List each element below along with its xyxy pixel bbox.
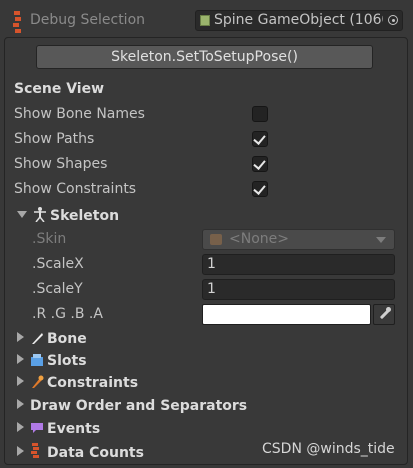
- data-counts-title: Data Counts: [47, 445, 144, 461]
- skeleton-foldout[interactable]: Skeleton: [17, 206, 119, 224]
- rgba-label: .R .G .B .A: [32, 306, 103, 322]
- events-foldout[interactable]: Events: [17, 421, 100, 437]
- events-title: Events: [47, 421, 101, 437]
- show-bone-names-checkbox[interactable]: [252, 106, 268, 122]
- scaley-value: 1: [207, 281, 216, 297]
- scene-view-title: Scene View: [14, 81, 105, 97]
- chevron-down-icon: [376, 237, 386, 243]
- spine-object-field[interactable]: Spine GameObject (1060: [195, 10, 403, 31]
- show-constraints-label: Show Constraints: [14, 181, 137, 197]
- show-shapes-checkbox[interactable]: [252, 156, 268, 172]
- header-title: Debug Selection: [30, 12, 146, 28]
- object-field-value: Spine GameObject (1060: [214, 12, 391, 28]
- check-icon: [253, 182, 266, 195]
- object-picker-button[interactable]: [383, 11, 402, 30]
- expand-arrow-icon: [17, 332, 24, 342]
- show-constraints-checkbox[interactable]: [252, 181, 268, 197]
- watermark: CSDN @winds_tide: [262, 441, 395, 457]
- expand-arrow-icon: [17, 422, 24, 432]
- event-flag-icon: [30, 421, 44, 435]
- show-paths-checkbox[interactable]: [252, 131, 268, 147]
- eyedropper-icon[interactable]: [373, 304, 395, 325]
- show-bone-names-label: Show Bone Names: [14, 106, 145, 122]
- data-counts-foldout[interactable]: Data Counts: [17, 443, 144, 461]
- skeleton-figure-icon: [33, 206, 47, 223]
- show-shapes-label: Show Shapes: [14, 156, 108, 172]
- check-icon: [253, 157, 266, 170]
- skeleton-title: Skeleton: [50, 208, 120, 224]
- bone-foldout[interactable]: Bone: [17, 331, 87, 347]
- slots-title: Slots: [47, 353, 87, 369]
- color-field[interactable]: [202, 304, 371, 325]
- constraints-foldout[interactable]: Constraints: [17, 375, 138, 391]
- spine-debug-icon: [12, 11, 22, 33]
- show-paths-label: Show Paths: [14, 131, 95, 147]
- draw-order-foldout[interactable]: Draw Order and Separators: [17, 398, 247, 414]
- check-icon: [253, 132, 266, 145]
- scalex-label: .ScaleX: [32, 256, 84, 272]
- draw-order-title: Draw Order and Separators: [30, 398, 248, 414]
- constraints-title: Constraints: [47, 375, 139, 391]
- spine-icon: [30, 443, 44, 458]
- skin-label: .Skin: [32, 231, 67, 247]
- expand-arrow-icon: [17, 446, 24, 456]
- set-to-setup-pose-button[interactable]: Skeleton.SetToSetupPose(): [36, 45, 373, 69]
- scaley-label: .ScaleY: [32, 281, 83, 297]
- bone-title: Bone: [47, 331, 87, 347]
- bone-icon: [30, 331, 44, 345]
- skin-dropdown[interactable]: <None>: [202, 229, 395, 250]
- constraints-icon: [30, 375, 44, 389]
- scalex-field[interactable]: 1: [202, 254, 395, 275]
- skin-shirt-icon: [210, 234, 222, 245]
- expand-arrow-icon: [17, 354, 24, 364]
- scaley-field[interactable]: 1: [202, 279, 395, 300]
- skin-value: <None>: [229, 231, 289, 247]
- expand-arrow-icon: [17, 399, 24, 409]
- gameobject-icon: [200, 15, 210, 26]
- slots-foldout[interactable]: Slots: [17, 353, 87, 369]
- scalex-value: 1: [207, 256, 216, 272]
- expand-arrow-icon: [17, 211, 27, 218]
- expand-arrow-icon: [17, 376, 24, 386]
- slots-icon: [30, 353, 44, 367]
